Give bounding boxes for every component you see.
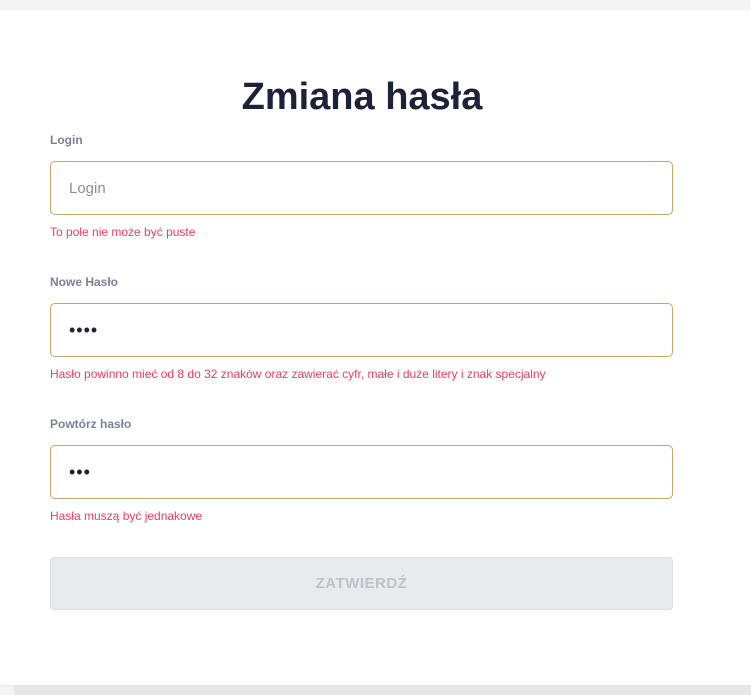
login-input[interactable] [50, 161, 673, 215]
new-password-label: Nowe Hasło [50, 275, 119, 289]
repeat-password-field-group: Powtórz hasło Hasła muszą być jednakowe [50, 416, 673, 524]
login-error: To pole nie może być puste [50, 225, 196, 239]
page-title: Zmiana hasła [241, 76, 483, 118]
new-password-field-group: Nowe Hasło Hasło powinno mieć od 8 do 32… [50, 274, 673, 382]
new-password-input[interactable] [50, 303, 673, 357]
repeat-password-error: Hasła muszą być jednakowe [50, 509, 203, 523]
repeat-password-input[interactable] [50, 445, 673, 499]
submit-button[interactable]: ZATWIERDŹ [50, 557, 673, 610]
login-label: Login [50, 133, 83, 147]
repeat-password-label: Powtórz hasło [50, 417, 132, 431]
login-field-group: Login To pole nie może być puste [50, 132, 673, 240]
new-password-error: Hasło powinno mieć od 8 do 32 znaków ora… [50, 367, 546, 381]
bottom-shadow-bar [14, 685, 751, 695]
change-password-card: Zmiana hasła Login To pole nie może być … [0, 10, 751, 685]
